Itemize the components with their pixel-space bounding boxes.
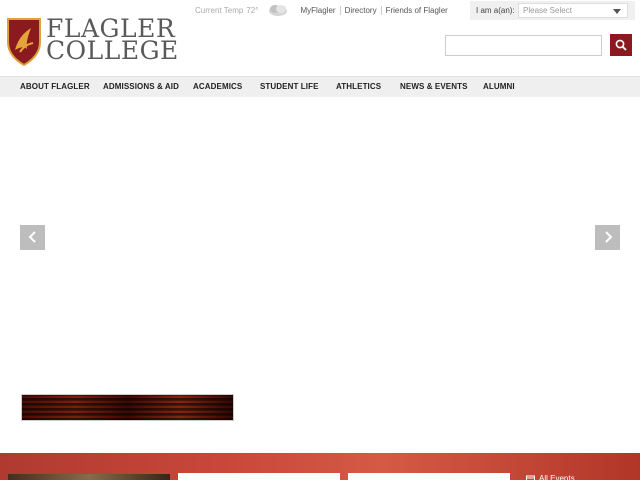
nav-athletics[interactable]: ATHLETICS bbox=[336, 82, 381, 91]
chevron-down-icon bbox=[613, 9, 621, 14]
directory-link[interactable]: Directory bbox=[339, 5, 381, 15]
nav-alumni[interactable]: ALUMNI bbox=[483, 82, 515, 91]
calendar-icon bbox=[526, 475, 535, 483]
crest-icon bbox=[7, 18, 41, 66]
nav-student-life[interactable]: STUDENT LIFE bbox=[260, 82, 319, 91]
utility-bar: Current Temp 72° MyFlagler Directory Fri… bbox=[190, 0, 452, 20]
slider-prev-button[interactable] bbox=[20, 225, 45, 250]
search-button[interactable] bbox=[610, 34, 632, 56]
search-input[interactable] bbox=[445, 35, 602, 56]
event-card[interactable] bbox=[178, 473, 340, 480]
all-events-link[interactable]: All Events bbox=[526, 474, 575, 483]
weather-icon bbox=[269, 5, 288, 16]
nav-about-flagler[interactable]: ABOUT FLAGLER bbox=[20, 82, 90, 91]
all-events-label: All Events bbox=[539, 474, 575, 483]
nav-news-events[interactable]: NEWS & EVENTS bbox=[400, 82, 468, 91]
current-temp-value: 72° bbox=[246, 5, 259, 15]
audience-label: I am a(an): bbox=[476, 6, 515, 15]
chevron-right-icon bbox=[604, 231, 612, 243]
logo-line2: COLLEGE bbox=[46, 36, 179, 65]
audience-selector: I am a(an): Please Select bbox=[470, 1, 635, 20]
current-temp-label: Current Temp bbox=[195, 5, 244, 15]
nav-academics[interactable]: ACADEMICS bbox=[193, 82, 242, 91]
flagler-college-logo[interactable]: FLAGLER COLLEGE bbox=[6, 16, 178, 68]
event-photo[interactable] bbox=[8, 474, 170, 480]
event-card[interactable] bbox=[348, 473, 510, 480]
myflagler-link[interactable]: MyFlagler bbox=[296, 6, 339, 15]
hero-slider bbox=[0, 97, 640, 453]
chevron-left-icon bbox=[28, 231, 36, 243]
search-icon bbox=[615, 39, 627, 51]
slide-thumbnail-image[interactable] bbox=[21, 394, 234, 421]
main-nav: ABOUT FLAGLER ADMISSIONS & AID ACADEMICS… bbox=[0, 76, 640, 98]
slider-next-button[interactable] bbox=[595, 225, 620, 250]
nav-admissions-aid[interactable]: ADMISSIONS & AID bbox=[103, 82, 179, 91]
friends-of-flagler-link[interactable]: Friends of Flagler bbox=[380, 5, 452, 15]
audience-select[interactable]: Please Select bbox=[518, 3, 628, 18]
audience-placeholder: Please Select bbox=[523, 6, 572, 15]
